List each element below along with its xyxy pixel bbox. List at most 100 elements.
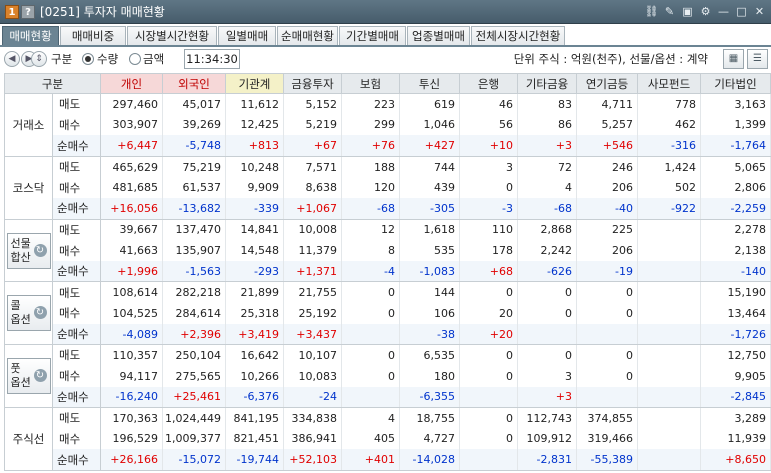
- table-cell: -24: [283, 386, 343, 409]
- column-header[interactable]: 외국인: [162, 73, 227, 94]
- close-icon[interactable]: ✕: [752, 4, 767, 20]
- group-cell[interactable]: 풋 옵션 ↻: [4, 344, 53, 409]
- radio-amount-label[interactable]: 금액: [143, 52, 164, 67]
- table-cell: 110: [459, 219, 519, 241]
- memo-icon[interactable]: ✎: [662, 4, 677, 20]
- table-cell: [637, 281, 702, 303]
- table-cell: 0: [517, 344, 578, 366]
- table-row[interactable]: 순매수 +1,996 -1,563 -293 +1,371 -4 -1,083 +68 -626…: [5, 261, 771, 283]
- time-field[interactable]: 11:34:30: [184, 49, 240, 69]
- column-header[interactable]: 개인: [100, 73, 164, 94]
- tab-5[interactable]: 기간별매매: [339, 26, 406, 45]
- table-cell: 206: [576, 240, 639, 261]
- window-number-badge[interactable]: 1: [5, 5, 19, 19]
- tab-7[interactable]: 전체시장시간현황: [471, 26, 565, 45]
- table-cell: +427: [399, 135, 461, 157]
- table-cell: -4: [341, 261, 401, 283]
- table-cell: 0: [517, 281, 578, 303]
- table-cell: +401: [341, 449, 401, 472]
- prev-arrow-icon[interactable]: ◀: [4, 51, 20, 67]
- table-cell: 4,727: [399, 428, 461, 450]
- group-cell[interactable]: 선물 합산 ↻: [4, 218, 53, 283]
- tab-1[interactable]: 매매비중: [60, 26, 126, 45]
- table-cell: -2,831: [517, 449, 578, 472]
- column-header[interactable]: 기타금융: [517, 73, 578, 94]
- table-cell: 14,548: [225, 240, 285, 261]
- maximize-icon[interactable]: □: [734, 4, 749, 20]
- table-cell: -38: [399, 323, 461, 346]
- table-row[interactable]: 콜 옵션 ↻ 매도 108,614 282,218 21,899 21,755 0 144 0 0 0 1…: [4, 281, 771, 346]
- row-label: 순매수: [52, 261, 102, 283]
- radio-amount[interactable]: [129, 53, 141, 65]
- link-icon[interactable]: ⛓: [644, 4, 659, 20]
- group-cell[interactable]: 콜 옵션 ↻: [4, 281, 53, 346]
- up-down-arrow-icon[interactable]: ⇕: [31, 51, 47, 67]
- table-cell: 11,612: [225, 93, 285, 115]
- tab-0[interactable]: 매매현황: [2, 26, 59, 45]
- table-cell: 481,685: [100, 177, 164, 199]
- table-row[interactable]: 매수 196,529 1,009,377 821,451 386,941 405 4,727…: [5, 428, 771, 450]
- column-header[interactable]: 보험: [341, 73, 401, 94]
- table-row[interactable]: 순매수 -4,089 +2,396 +3,419 +3,437 -38 +20 -1,726: [5, 323, 771, 346]
- table-row[interactable]: 순매수 +6,447 -5,748 +813 +67 +76 +427 +10 +3 +546 -3…: [5, 135, 771, 157]
- table-row[interactable]: 순매수 +16,056 -13,682 -339 +1,067 -68 -305 -3 -68-…: [5, 198, 771, 220]
- table-row[interactable]: 순매수 -16,240 +25,461 -6,376 -24 -6,355 +3 -2,845: [5, 386, 771, 409]
- column-header[interactable]: 기타법인: [700, 73, 771, 94]
- table-row[interactable]: 거래소 매도 297,460 45,017 11,612 5,152 223 619 46 83 4…: [4, 93, 771, 157]
- row-label: 매수: [52, 428, 102, 450]
- table-cell: [576, 323, 639, 346]
- gear-icon[interactable]: ⚙: [698, 4, 713, 20]
- column-header[interactable]: 기관계: [225, 73, 285, 94]
- table-row[interactable]: 매수 104,525 284,614 25,318 25,192 0 106 20 0 0 13,4…: [5, 302, 771, 324]
- table-cell: -19,744: [225, 449, 285, 472]
- table-cell: 225: [576, 219, 639, 241]
- table-row[interactable]: 선물 합산 ↻ 매도 39,667 137,470 14,841 10,008 12 1,618 1…: [4, 218, 771, 283]
- table-cell: [576, 386, 639, 409]
- radio-quantity-label[interactable]: 수량: [97, 52, 118, 67]
- table-cell: -922: [637, 198, 702, 220]
- table-row[interactable]: 순매수 +26,166 -15,072 -19,744 +52,103 +401 -14,0…: [5, 449, 771, 472]
- table-row[interactable]: 매수 303,907 39,269 12,425 5,219 299 1,046 56 86 5,…: [5, 114, 771, 136]
- column-header[interactable]: 은행: [459, 73, 519, 94]
- column-header[interactable]: 사모펀드: [637, 73, 702, 94]
- table-cell: 0: [341, 344, 401, 366]
- table-icon[interactable]: ▦: [723, 49, 744, 69]
- table-cell: -40: [576, 198, 639, 220]
- group-toggle-button[interactable]: 선물 합산 ↻: [6, 232, 51, 269]
- table-cell: 0: [576, 344, 639, 366]
- table-row[interactable]: 매수 41,663 135,907 14,548 11,379 8 535 178 2,242 2…: [5, 240, 771, 261]
- tab-3[interactable]: 일별매매: [218, 26, 276, 45]
- minimize-icon[interactable]: —: [716, 4, 731, 20]
- table-cell: 0: [576, 365, 639, 387]
- radio-quantity[interactable]: [82, 53, 94, 65]
- table-cell: -1,764: [700, 135, 771, 157]
- table-cell: 61,537: [162, 177, 227, 199]
- group-toggle-button[interactable]: 콜 옵션 ↻: [6, 295, 51, 332]
- toolbar: ◀ ▶ ⇕ 구분 수량 금액 11:34:30 단위 주식 : 억원(천주), …: [0, 47, 771, 72]
- table-row[interactable]: 코스닥 매도 465,629 75,219 10,248 7,571 188 744 3 72 24…: [4, 155, 771, 220]
- tab-2[interactable]: 시장별시간현황: [127, 26, 217, 45]
- group-toggle-button[interactable]: 풋 옵션 ↻: [6, 358, 51, 395]
- list-icon[interactable]: ☰: [747, 49, 768, 69]
- table-cell: 5,152: [283, 93, 343, 115]
- help-badge[interactable]: ?: [21, 5, 35, 19]
- table-cell: +3,437: [283, 323, 343, 346]
- table-cell: -55,389: [576, 449, 639, 472]
- table-row[interactable]: 주식선 매도 170,363 1,024,449 841,195 334,838 4 18,7…: [4, 407, 771, 471]
- column-header[interactable]: 연기금등: [576, 73, 639, 94]
- camera-icon[interactable]: ▣: [680, 4, 695, 20]
- tab-4[interactable]: 순매매현황: [277, 26, 338, 45]
- table-cell: 14,841: [225, 219, 285, 241]
- table-cell: 275,565: [162, 365, 227, 387]
- table-cell: +20: [459, 323, 519, 346]
- column-header[interactable]: 금융투자: [283, 73, 343, 94]
- table-cell: -14,028: [399, 449, 461, 472]
- table-row[interactable]: 풋 옵션 ↻ 매도 110,357 250,104 16,642 10,107 0 6,535 0 0…: [4, 344, 771, 409]
- row-label: 매도: [52, 344, 102, 366]
- column-header[interactable]: 투신: [399, 73, 461, 94]
- table-cell: 4: [517, 177, 578, 199]
- tab-6[interactable]: 업종별매매: [407, 26, 470, 45]
- column-header[interactable]: 구분: [3, 73, 102, 94]
- table-row[interactable]: 매수 481,685 61,537 9,909 8,638 120 439 0 4 206 502 2…: [5, 177, 771, 199]
- table-row[interactable]: 매수 94,117 275,565 10,266 10,083 0 180 0 3 0 9,905: [5, 365, 771, 387]
